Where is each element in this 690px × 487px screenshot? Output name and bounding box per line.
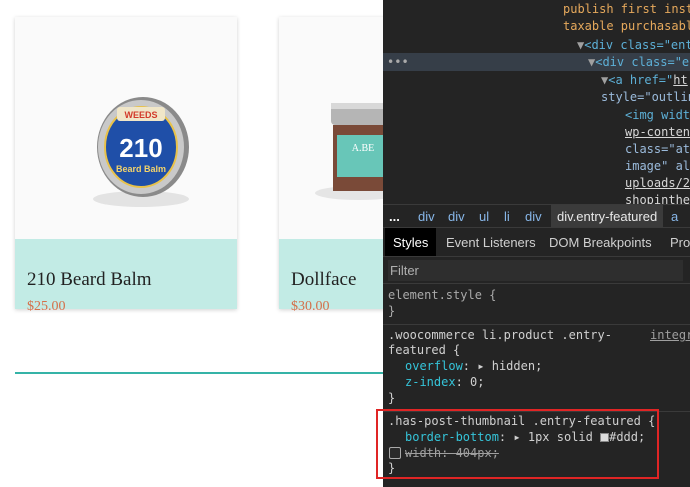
attr-text: class="att xyxy=(625,142,690,156)
class-text: taxable purchasabl xyxy=(563,19,690,33)
css-property[interactable]: z-index xyxy=(405,375,456,389)
product-title[interactable]: 210 Beard Balm xyxy=(27,269,152,291)
product-info-panel: 210 Beard Balm $25.00 xyxy=(15,239,237,314)
css-declaration[interactable]: border-bottom: ▸ 1px solid #ddd; xyxy=(405,430,645,445)
src-link[interactable]: uploads/2 xyxy=(625,176,690,190)
href-link[interactable]: ht xyxy=(673,73,687,87)
rule-selector[interactable]: featured { xyxy=(388,343,460,358)
rule-close-brace: } xyxy=(388,391,396,405)
tin-label-text: Beard Balm xyxy=(116,164,166,174)
css-declaration-disabled[interactable]: width: 404px; xyxy=(405,446,499,461)
rule-source-link[interactable]: integr xyxy=(650,328,690,342)
product-card-beard-balm[interactable]: WEEDS 210 Beard Balm 210 Beard Balm $25.… xyxy=(15,17,237,314)
dom-node-row[interactable]: ▼<a href="ht xyxy=(601,72,688,88)
devtools-panel: publish first inst taxable purchasabl ▼<… xyxy=(383,0,690,487)
expand-arrow-icon[interactable]: ▸ xyxy=(513,430,520,444)
filter-input[interactable] xyxy=(388,260,683,281)
dom-node-row-selected[interactable]: ▼<div class="e xyxy=(588,54,689,70)
product-image-beard-balm[interactable]: WEEDS 210 Beard Balm xyxy=(15,17,237,239)
rule-separator xyxy=(383,411,690,412)
attr-text: style="outlin xyxy=(601,90,690,104)
styles-rules: element.style { } .woocommerce li.produc… xyxy=(383,284,690,487)
tab-dom-breakpoints[interactable]: DOM Breakpoints xyxy=(541,228,660,256)
css-value[interactable]: 0; xyxy=(470,375,484,389)
expand-arrow-icon[interactable]: ▸ xyxy=(477,359,484,373)
rule-selector[interactable]: .woocommerce li.product .entry- xyxy=(388,328,612,343)
css-color-value[interactable]: #ddd; xyxy=(609,430,645,444)
tin-number-text: 210 xyxy=(119,133,162,163)
rule-selector[interactable]: .has-post-thumbnail .entry-featured { xyxy=(388,414,655,429)
attr-text: image" al xyxy=(625,159,690,173)
tab-properties[interactable]: Pro xyxy=(662,228,690,256)
breadcrumb: ... div div ul li div div.entry-featured… xyxy=(383,204,690,228)
breadcrumb-item[interactable]: div xyxy=(418,209,435,224)
elements-tree: publish first inst taxable purchasabl ▼<… xyxy=(383,0,690,207)
class-text: publish first inst xyxy=(563,2,690,16)
dom-node-tag: <img widt xyxy=(625,108,690,122)
css-value[interactable]: hidden; xyxy=(492,359,543,373)
breadcrumb-item[interactable]: a xyxy=(671,209,678,224)
breadcrumb-item[interactable]: ul xyxy=(479,209,489,224)
breadcrumb-item[interactable]: div xyxy=(448,209,465,224)
dom-node-row[interactable]: <img widt xyxy=(625,107,690,123)
element-style-selector[interactable]: element.style { xyxy=(388,288,496,303)
rule-close-brace: } xyxy=(388,461,396,475)
beard-balm-tin-image: WEEDS 210 Beard Balm xyxy=(93,97,189,207)
color-swatch-icon[interactable] xyxy=(600,433,610,442)
more-options-icon[interactable]: ••• xyxy=(387,54,409,70)
product-title[interactable]: Dollface xyxy=(291,269,356,291)
disable-declaration-checkbox[interactable] xyxy=(389,447,401,459)
tin-brand-text: WEEDS xyxy=(124,110,157,120)
src-link[interactable]: wp-conten xyxy=(625,125,690,139)
breadcrumb-item-active[interactable]: div.entry-featured xyxy=(551,205,664,227)
tab-event-listeners[interactable]: Event Listeners xyxy=(438,228,544,256)
dom-node-tag: <a href=" xyxy=(608,73,674,87)
css-property[interactable]: overflow xyxy=(405,359,463,373)
styles-tab-bar: Styles Event Listeners DOM Breakpoints P… xyxy=(383,228,690,256)
product-price: $30.00 xyxy=(291,299,330,314)
dom-node-tag: <div class="ent xyxy=(584,38,690,52)
css-property[interactable]: border-bottom xyxy=(405,430,499,444)
dom-node-row[interactable]: ▼<div class="ent xyxy=(577,37,690,53)
jar-label-text: A.BE xyxy=(352,143,375,154)
breadcrumb-item[interactable]: li xyxy=(504,209,510,224)
product-price: $25.00 xyxy=(27,299,66,314)
breadcrumb-item[interactable]: div xyxy=(525,209,542,224)
section-divider xyxy=(15,372,395,374)
css-declaration[interactable]: z-index: 0; xyxy=(405,375,484,390)
rule-close-brace: } xyxy=(388,304,396,318)
css-declaration[interactable]: overflow: ▸ hidden; xyxy=(405,359,542,374)
css-value[interactable]: 1px solid xyxy=(528,430,600,444)
filter-bar xyxy=(383,256,690,284)
tab-styles[interactable]: Styles xyxy=(385,228,437,256)
breadcrumb-overflow[interactable]: ... xyxy=(389,209,400,224)
rule-separator xyxy=(383,324,690,325)
dom-node-tag: <div class="e xyxy=(595,55,690,69)
